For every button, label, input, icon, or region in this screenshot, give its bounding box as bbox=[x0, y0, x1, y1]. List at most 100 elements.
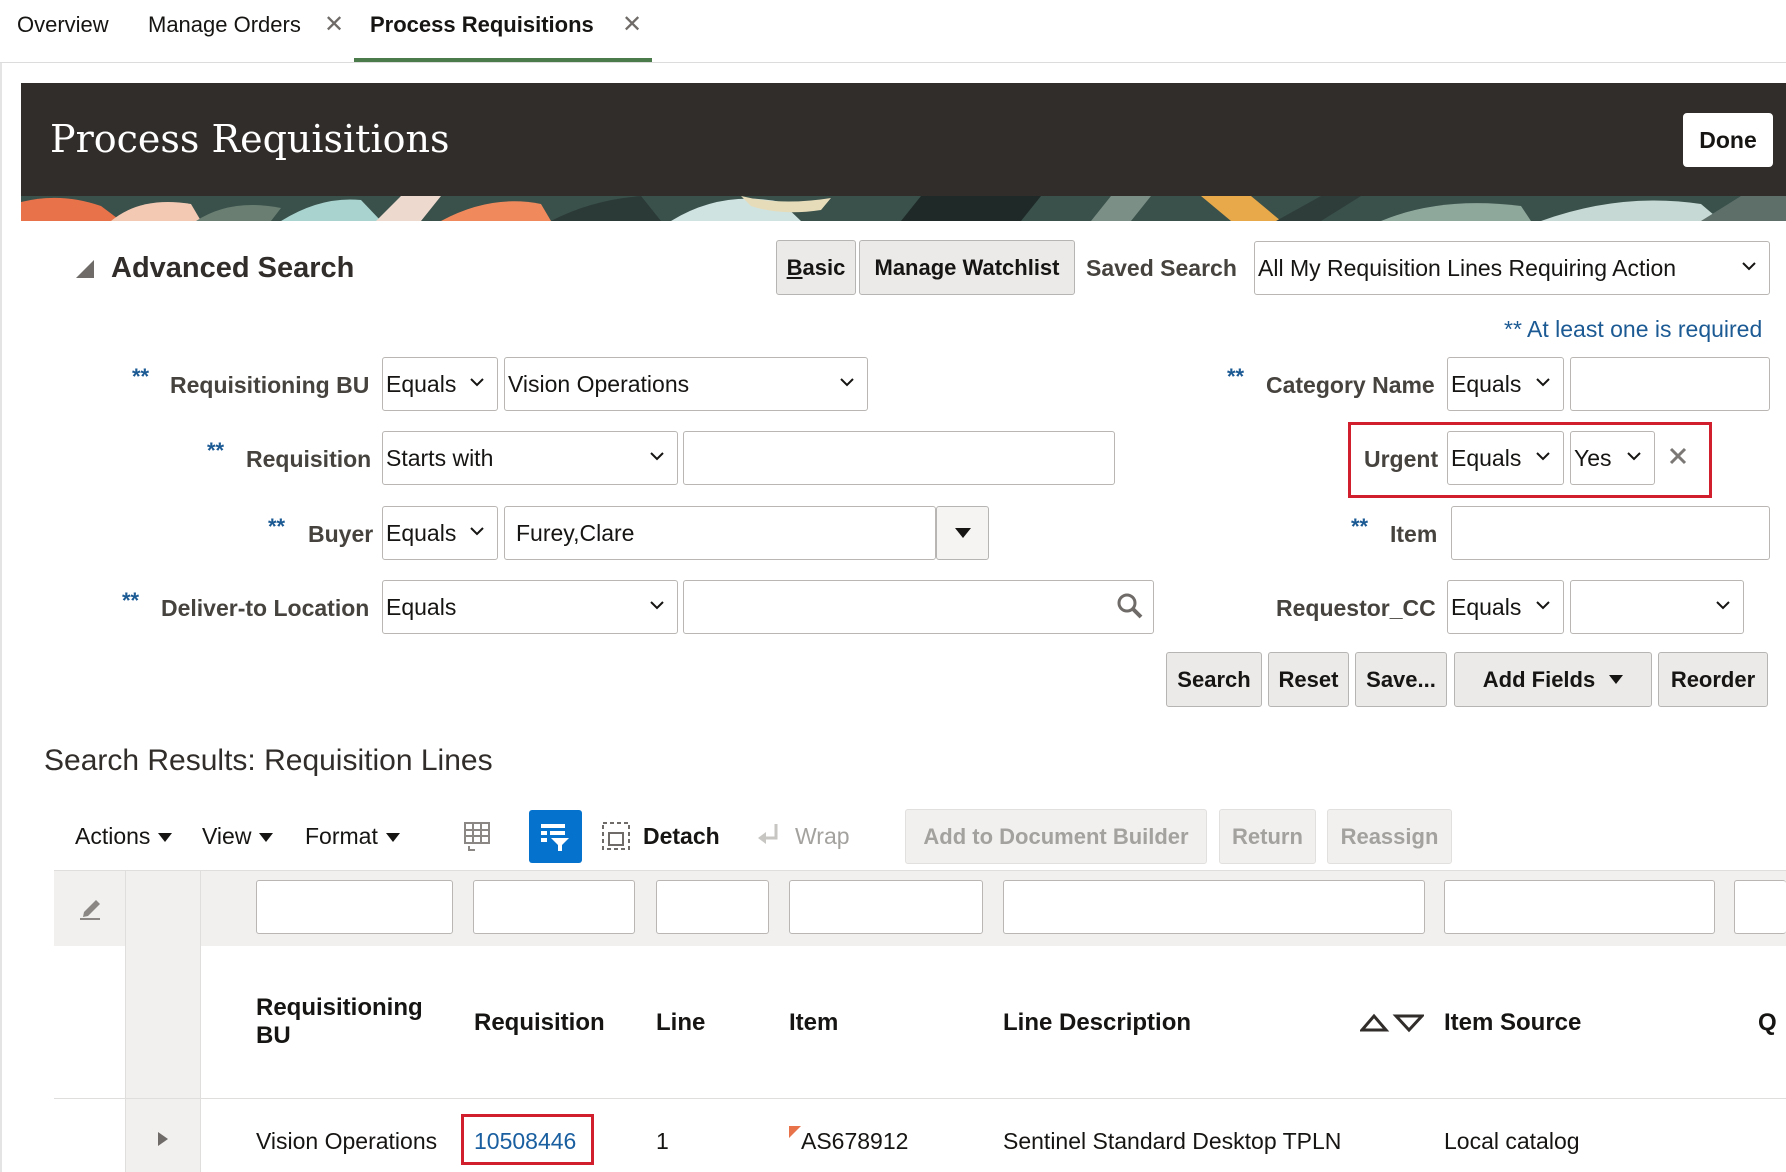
urgent-operator-select[interactable]: Equals bbox=[1447, 431, 1564, 485]
search-button[interactable]: Search bbox=[1166, 652, 1262, 707]
filter-input[interactable] bbox=[1734, 880, 1786, 934]
cell-requisitioning-bu: Vision Operations bbox=[256, 1128, 438, 1154]
column-header-item[interactable]: Item bbox=[789, 1009, 838, 1037]
wrap-button[interactable]: Wrap bbox=[795, 823, 850, 850]
column-header-requisition[interactable]: Requisition bbox=[474, 1009, 605, 1037]
required-marker: ** bbox=[207, 438, 225, 463]
view-menu[interactable]: View bbox=[202, 823, 274, 850]
buyer-input[interactable]: Furey,Clare bbox=[504, 506, 936, 560]
buyer-dropdown-button[interactable] bbox=[936, 506, 989, 560]
column-divider bbox=[200, 870, 201, 1172]
deliver-to-input[interactable] bbox=[683, 580, 1154, 634]
category-operator-select[interactable]: Equals bbox=[1447, 357, 1564, 411]
requestor-cc-value-select[interactable] bbox=[1570, 580, 1744, 634]
requisition-highlight bbox=[461, 1114, 594, 1165]
chevron-down-icon bbox=[1716, 601, 1730, 610]
column-header-quantity[interactable]: Q bbox=[1758, 1009, 1777, 1037]
requestor-cc-label: Requestor_CC bbox=[1276, 595, 1436, 621]
results-title: Search Results: Requisition Lines bbox=[44, 744, 493, 777]
close-icon[interactable]: ✕ bbox=[324, 10, 344, 39]
filter-input[interactable] bbox=[1444, 880, 1715, 934]
advanced-search-title: Advanced Search bbox=[111, 252, 355, 284]
filter-input[interactable] bbox=[473, 880, 635, 934]
chevron-down-icon bbox=[470, 527, 484, 536]
required-marker: ** bbox=[1351, 514, 1369, 539]
column-header-item-source[interactable]: Item Source bbox=[1444, 1009, 1581, 1037]
triangle-down-icon bbox=[385, 833, 400, 843]
manage-watchlist-button[interactable]: Manage Watchlist bbox=[859, 240, 1075, 295]
wrap-icon bbox=[758, 824, 778, 844]
add-to-document-builder-button[interactable]: Add to Document Builder bbox=[905, 809, 1207, 864]
row-divider bbox=[54, 1098, 1786, 1099]
required-marker: ** bbox=[122, 588, 140, 613]
saved-search-label: Saved Search bbox=[1086, 255, 1237, 281]
req-bu-value-select[interactable]: Vision Operations bbox=[504, 357, 868, 411]
chevron-down-icon bbox=[1536, 452, 1550, 461]
urgent-value-select[interactable]: Yes bbox=[1570, 431, 1655, 485]
buyer-operator-select[interactable]: Equals bbox=[382, 506, 498, 560]
detach-button[interactable]: Detach bbox=[643, 823, 720, 850]
deliver-to-label: Deliver-to Location bbox=[161, 595, 370, 621]
triangle-down-icon bbox=[259, 833, 274, 843]
save-search-button[interactable]: Save... bbox=[1355, 652, 1447, 707]
sort-icon[interactable] bbox=[1360, 1012, 1424, 1034]
freeze-columns-icon[interactable] bbox=[461, 820, 493, 852]
chevron-down-icon bbox=[1627, 452, 1641, 461]
filter-input[interactable] bbox=[789, 880, 983, 934]
chevron-down-icon bbox=[1536, 378, 1550, 387]
expand-row-icon[interactable] bbox=[156, 1130, 170, 1148]
filter-input[interactable] bbox=[256, 880, 453, 934]
item-label: Item bbox=[1390, 521, 1438, 547]
actions-menu[interactable]: Actions bbox=[75, 823, 173, 850]
close-icon[interactable]: ✕ bbox=[622, 10, 642, 39]
requisition-label: Requisition bbox=[246, 446, 372, 472]
triangle-down-icon bbox=[954, 528, 971, 538]
format-menu[interactable]: Format bbox=[305, 823, 400, 850]
column-header-line[interactable]: Line bbox=[656, 1009, 705, 1037]
page-frame bbox=[0, 63, 2, 1172]
required-note: ** At least one is required bbox=[1504, 316, 1763, 342]
detach-icon[interactable] bbox=[600, 820, 632, 852]
remove-field-icon[interactable] bbox=[1668, 446, 1688, 466]
reorder-button[interactable]: Reorder bbox=[1658, 652, 1768, 707]
flag-corner-icon bbox=[789, 1126, 801, 1138]
saved-search-select[interactable]: All My Requisition Lines Requiring Actio… bbox=[1254, 241, 1770, 295]
chevron-down-icon bbox=[650, 452, 664, 461]
column-header-requisitioning-bu[interactable]: Requisitioning BU bbox=[256, 994, 446, 1050]
reassign-button[interactable]: Reassign bbox=[1327, 809, 1452, 864]
clear-filter-icon[interactable] bbox=[76, 894, 104, 922]
return-button[interactable]: Return bbox=[1219, 809, 1316, 864]
tab-overview[interactable]: Overview bbox=[17, 12, 109, 38]
column-header-line-description[interactable]: Line Description bbox=[1003, 1009, 1191, 1037]
requestor-cc-operator-select[interactable]: Equals bbox=[1447, 580, 1564, 634]
basic-button[interactable]: Basic bbox=[776, 240, 856, 295]
filter-input[interactable] bbox=[656, 880, 769, 934]
collapse-triangle-icon[interactable] bbox=[74, 258, 96, 280]
required-marker: ** bbox=[132, 364, 150, 389]
filter-icon bbox=[541, 824, 569, 851]
chevron-down-icon bbox=[650, 601, 664, 610]
triangle-down-icon bbox=[1609, 675, 1624, 684]
chevron-down-icon bbox=[840, 378, 854, 387]
deliver-to-operator-select[interactable]: Equals bbox=[382, 580, 678, 634]
item-input[interactable] bbox=[1451, 506, 1770, 560]
cell-line: 1 bbox=[656, 1128, 669, 1154]
requisition-operator-select[interactable]: Starts with bbox=[382, 431, 678, 485]
chevron-down-icon bbox=[470, 378, 484, 387]
tab-process-requisitions[interactable]: Process Requisitions bbox=[370, 12, 594, 38]
done-button[interactable]: Done bbox=[1683, 113, 1773, 167]
reset-button[interactable]: Reset bbox=[1268, 652, 1349, 707]
filter-input[interactable] bbox=[1003, 880, 1425, 934]
tabs-divider bbox=[0, 62, 1786, 63]
query-by-example-button[interactable] bbox=[529, 810, 582, 863]
req-bu-operator-select[interactable]: Equals bbox=[382, 357, 498, 411]
tab-manage-orders[interactable]: Manage Orders bbox=[148, 12, 301, 38]
required-marker: ** bbox=[1227, 364, 1245, 389]
category-name-input[interactable] bbox=[1570, 357, 1770, 411]
add-fields-button[interactable]: Add Fields bbox=[1454, 652, 1652, 707]
page-title: Process Requisitions bbox=[50, 117, 450, 161]
category-name-label: Category Name bbox=[1266, 372, 1435, 398]
chevron-down-icon bbox=[1742, 262, 1756, 271]
search-icon[interactable] bbox=[1116, 592, 1144, 620]
requisition-input[interactable] bbox=[683, 431, 1115, 485]
